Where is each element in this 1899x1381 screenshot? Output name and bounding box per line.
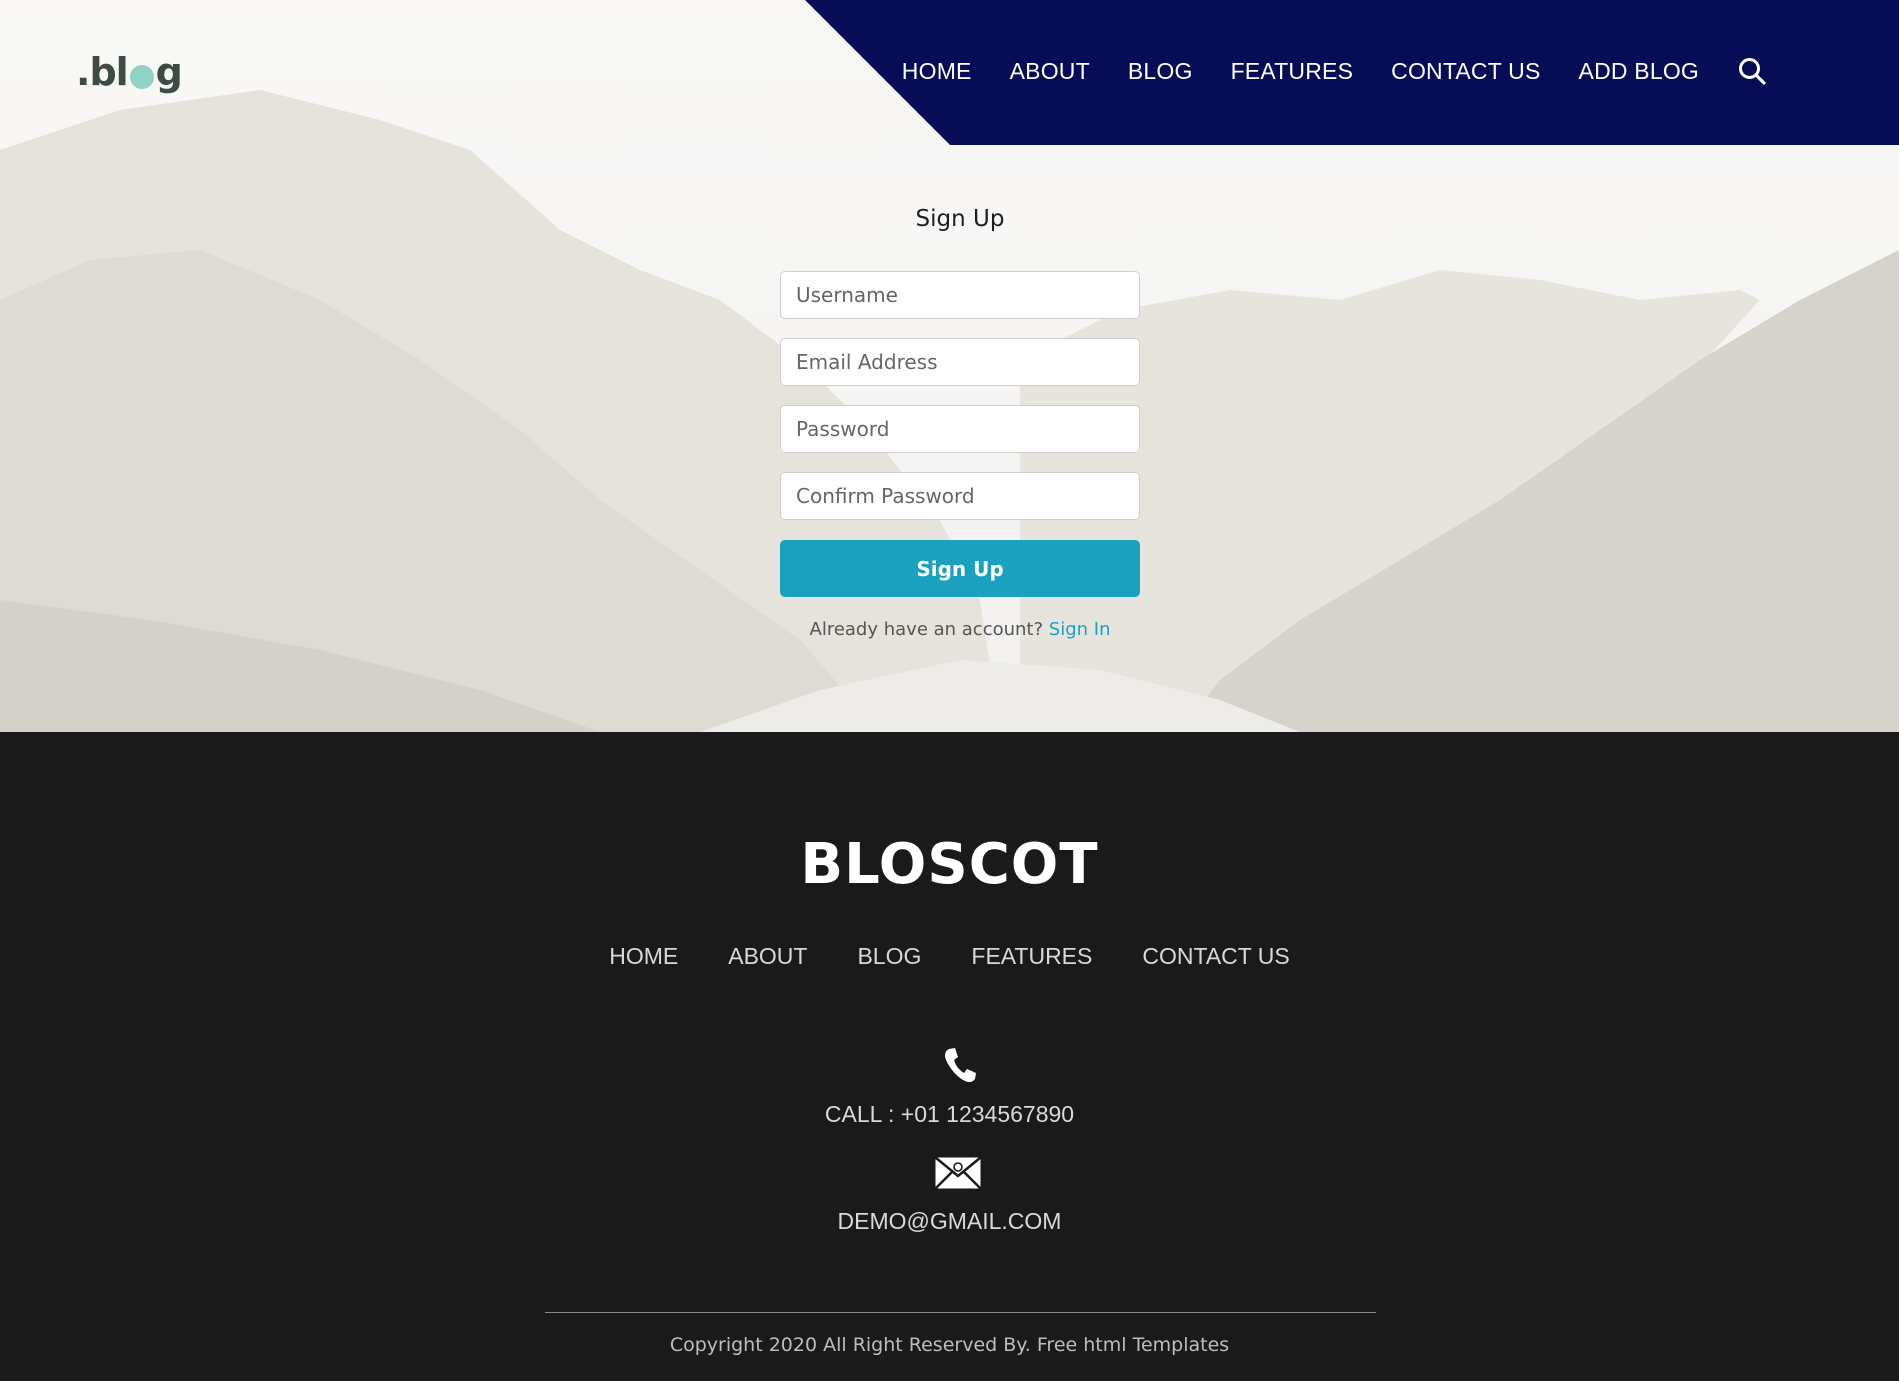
hero-section: . bl g HOME ABOUT BLOG FEATURES CONTACT US… bbox=[0, 0, 1899, 732]
nav-features[interactable]: FEATURES bbox=[1231, 58, 1354, 85]
footer-phone: CALL : +01 1234567890 bbox=[824, 1101, 1075, 1127]
email-input[interactable] bbox=[780, 338, 1140, 386]
signin-prompt-text: Already have an account? bbox=[809, 619, 1044, 640]
mail-icon bbox=[934, 1156, 982, 1190]
confirm-password-input[interactable] bbox=[780, 472, 1140, 520]
footer-nav-blog[interactable]: BLOG bbox=[857, 943, 921, 970]
logo-text-start: bl bbox=[89, 50, 128, 94]
username-input[interactable] bbox=[780, 271, 1140, 319]
logo-o-circle bbox=[129, 59, 155, 89]
nav-contact-us[interactable]: CONTACT US bbox=[1391, 58, 1540, 85]
footer: BLOSCOT HOME ABOUT BLOG FEATURES CONTACT… bbox=[0, 732, 1899, 1381]
search-icon[interactable] bbox=[1737, 56, 1767, 86]
footer-nav-contact-us[interactable]: CONTACT US bbox=[1142, 943, 1289, 970]
main-nav: HOME ABOUT BLOG FEATURES CONTACT US ADD … bbox=[864, 56, 1767, 86]
sign-in-link[interactable]: Sign In bbox=[1049, 619, 1111, 640]
nav-blog[interactable]: BLOG bbox=[1128, 58, 1193, 85]
password-input[interactable] bbox=[780, 405, 1140, 453]
footer-divider bbox=[545, 1312, 1376, 1313]
footer-nav-about[interactable]: ABOUT bbox=[728, 943, 807, 970]
copyright-text: Copyright 2020 All Right Reserved By. Fr… bbox=[669, 1334, 1230, 1356]
nav-home[interactable]: HOME bbox=[902, 58, 972, 85]
footer-nav-features[interactable]: FEATURES bbox=[971, 943, 1092, 970]
site-logo[interactable]: . bl g bbox=[76, 50, 183, 94]
sign-up-button[interactable]: Sign Up bbox=[780, 540, 1140, 597]
footer-brand: BLOSCOT bbox=[800, 832, 1099, 897]
footer-nav-home[interactable]: HOME bbox=[609, 943, 678, 970]
logo-text-end: g bbox=[155, 50, 183, 94]
footer-email: DEMO@GMAIL.COM bbox=[837, 1208, 1062, 1234]
nav-about[interactable]: ABOUT bbox=[1010, 58, 1090, 85]
form-title: Sign Up bbox=[915, 206, 1005, 232]
logo-dot: . bbox=[76, 50, 90, 94]
signin-prompt: Already have an account? Sign In bbox=[740, 619, 1180, 640]
footer-nav: HOME ABOUT BLOG FEATURES CONTACT US bbox=[0, 943, 1899, 970]
nav-add-blog[interactable]: ADD BLOG bbox=[1579, 58, 1699, 85]
phone-icon bbox=[945, 1048, 976, 1083]
